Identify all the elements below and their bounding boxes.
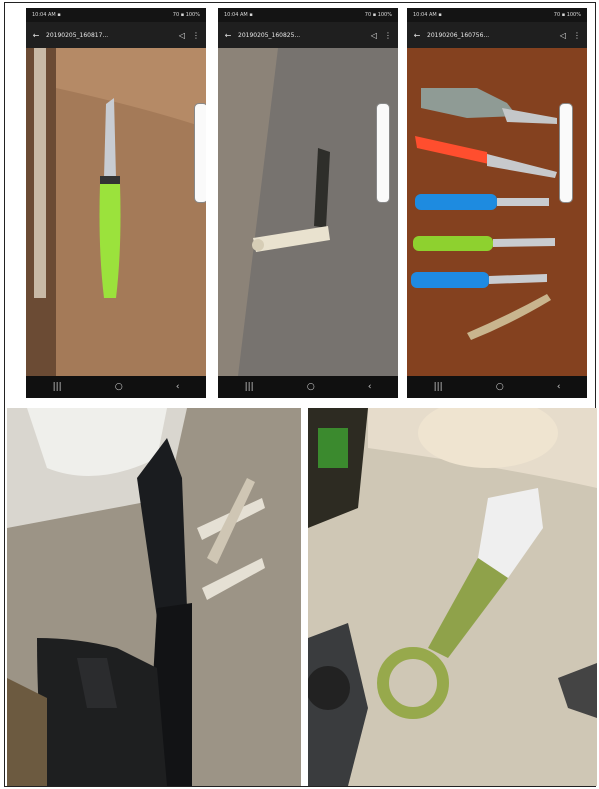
more-vert-icon[interactable]: ⋮ (573, 31, 581, 40)
phone-screenshot-3: 10:04 AM ▪ 70 ▪ 100% ← 20190206_160756..… (407, 8, 587, 398)
status-time: 10:04 AM ▪ (32, 12, 61, 18)
android-nav-bar: ||| ○ ‹ (407, 376, 587, 398)
file-title: 20190205_160825... (238, 31, 301, 39)
photo-gloved-hand-knife (7, 408, 301, 786)
scroll-handle[interactable] (194, 103, 206, 203)
nav-back-icon[interactable]: ‹ (368, 382, 372, 392)
recent-apps-icon[interactable]: ||| (53, 382, 62, 392)
phone-screenshot-1: 10:04 AM ▪ 70 ▪ 100% ← 20190205_160817..… (26, 8, 206, 398)
recent-apps-icon[interactable]: ||| (245, 382, 254, 392)
photo-green-handled-blade (308, 408, 597, 786)
android-nav-bar: ||| ○ ‹ (26, 376, 206, 398)
back-arrow-icon[interactable]: ← (224, 31, 232, 40)
share-icon[interactable]: ◁ (178, 31, 186, 40)
photo-folding-knife (218, 48, 398, 376)
back-arrow-icon[interactable]: ← (32, 31, 40, 40)
back-arrow-icon[interactable]: ← (413, 31, 421, 40)
status-bar: 10:04 AM ▪ 70 ▪ 100% (407, 8, 587, 22)
more-vert-icon[interactable]: ⋮ (192, 31, 200, 40)
photo-knife-collection (407, 48, 587, 376)
share-icon[interactable]: ◁ (559, 31, 567, 40)
more-vert-icon[interactable]: ⋮ (384, 31, 392, 40)
viewer-toolbar: ← 20190205_160825... ◁ ⋮ (218, 22, 398, 48)
phone-screenshot-2: 10:04 AM ▪ 70 ▪ 100% ← 20190205_160825..… (218, 8, 398, 398)
share-icon[interactable]: ◁ (370, 31, 378, 40)
android-nav-bar: ||| ○ ‹ (218, 376, 398, 398)
viewer-toolbar: ← 20190205_160817... ◁ ⋮ (26, 22, 206, 48)
photo-green-knife (26, 48, 206, 376)
status-battery: 70 ▪ 100% (364, 12, 392, 18)
home-icon[interactable]: ○ (496, 382, 504, 392)
status-battery: 70 ▪ 100% (172, 12, 200, 18)
nav-back-icon[interactable]: ‹ (176, 382, 180, 392)
file-title: 20190205_160817... (46, 31, 109, 39)
figure-frame: 10:04 AM ▪ 70 ▪ 100% ← 20190205_160817..… (4, 2, 597, 787)
home-icon[interactable]: ○ (307, 382, 315, 392)
nav-back-icon[interactable]: ‹ (557, 382, 561, 392)
status-time: 10:04 AM ▪ (224, 12, 253, 18)
status-time: 10:04 AM ▪ (413, 12, 442, 18)
home-icon[interactable]: ○ (115, 382, 123, 392)
scroll-handle[interactable] (559, 103, 573, 203)
status-bar: 10:04 AM ▪ 70 ▪ 100% (26, 8, 206, 22)
file-title: 20190206_160756... (427, 31, 490, 39)
recent-apps-icon[interactable]: ||| (434, 382, 443, 392)
status-bar: 10:04 AM ▪ 70 ▪ 100% (218, 8, 398, 22)
scroll-handle[interactable] (376, 103, 390, 203)
status-battery: 70 ▪ 100% (553, 12, 581, 18)
viewer-toolbar: ← 20190206_160756... ◁ ⋮ (407, 22, 587, 48)
